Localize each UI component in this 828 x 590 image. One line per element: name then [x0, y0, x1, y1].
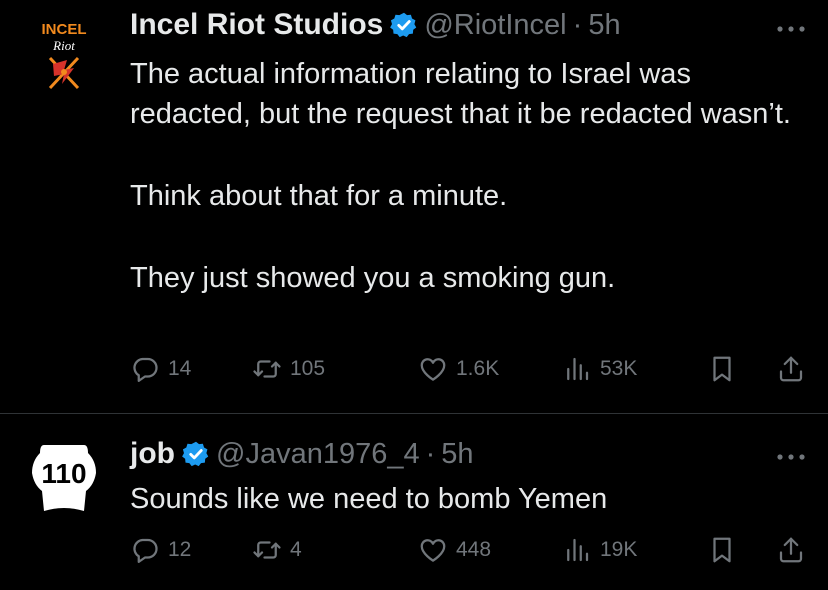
bookmark-button[interactable] [707, 535, 737, 565]
share-icon [779, 356, 803, 382]
reply-icon [133, 357, 158, 382]
retweet-icon [253, 360, 281, 378]
tweet-paragraph: Think about that for a minute. [130, 180, 508, 212]
tweet-paragraph: Sounds like we need to bomb Yemen [130, 483, 608, 515]
verified-icon [182, 441, 209, 467]
more-icon[interactable] [776, 24, 806, 34]
divider [0, 413, 828, 414]
more-icon[interactable] [776, 452, 806, 462]
like-icon [420, 358, 446, 381]
share-icon [779, 537, 803, 563]
bookmark-icon [713, 537, 731, 563]
avatar[interactable]: INCEL Riot [22, 12, 106, 96]
views-icon [567, 357, 589, 381]
share-button[interactable] [776, 535, 806, 565]
handle[interactable]: @Javan1976_4 [216, 438, 420, 471]
retweet-button[interactable]: 105 [252, 354, 325, 384]
retweet-count: 4 [290, 538, 302, 561]
bookmark-button[interactable] [707, 354, 737, 384]
retweet-icon [253, 541, 281, 559]
like-count: 448 [456, 538, 492, 561]
timestamp[interactable]: 5h [588, 9, 620, 42]
bookmark-icon [713, 356, 731, 382]
avatar-text-line2: Riot [52, 38, 75, 53]
tweet-text: Sounds like we need to bomb Yemen [130, 479, 810, 519]
views-count: 53K [600, 357, 638, 380]
tweet-header: Incel Riot Studios @RiotIncel · 5h [130, 8, 621, 42]
tweet-text: The actual information relating to Israe… [130, 54, 810, 298]
views-button[interactable]: 53K [562, 354, 637, 384]
views-icon [567, 538, 589, 562]
retweet-count: 105 [290, 357, 326, 380]
action-bar: 14 105 1.6K 53K [130, 354, 810, 388]
tweet-header: job @Javan1976_4 · 5h [130, 437, 474, 471]
retweet-button[interactable]: 4 [252, 535, 302, 565]
like-icon [420, 539, 446, 562]
views-count: 19K [600, 538, 638, 561]
tweet[interactable]: INCEL Riot Incel Riot Studios @RiotIncel… [0, 0, 828, 413]
reply-button[interactable]: 14 [130, 354, 191, 384]
display-name[interactable]: Incel Riot Studios [130, 8, 383, 42]
views-button[interactable]: 19K [562, 535, 637, 565]
tweet[interactable]: 110 job @Javan1976_4 · 5h Sounds like we… [0, 415, 828, 590]
separator-dot: · [425, 437, 436, 470]
tweet-paragraph: The actual information relating to Israe… [130, 58, 791, 130]
reply-button[interactable]: 12 [130, 535, 191, 565]
action-bar: 12 4 448 19K [130, 535, 810, 569]
share-button[interactable] [776, 354, 806, 384]
like-count: 1.6K [456, 357, 500, 380]
reply-icon [133, 538, 158, 563]
like-button[interactable]: 1.6K [418, 354, 499, 384]
reply-count: 14 [168, 357, 192, 380]
handle[interactable]: @RiotIncel [424, 9, 566, 42]
like-button[interactable]: 448 [418, 535, 491, 565]
reply-count: 12 [168, 538, 192, 561]
separator-dot: · [572, 8, 583, 41]
tweet-paragraph: They just showed you a smoking gun. [130, 262, 616, 294]
avatar-label: 110 [41, 458, 86, 489]
avatar[interactable]: 110 [22, 435, 106, 519]
avatar-text-line1: INCEL [42, 21, 87, 38]
verified-icon [390, 12, 417, 38]
display-name[interactable]: job [130, 437, 175, 471]
timestamp[interactable]: 5h [441, 438, 473, 471]
